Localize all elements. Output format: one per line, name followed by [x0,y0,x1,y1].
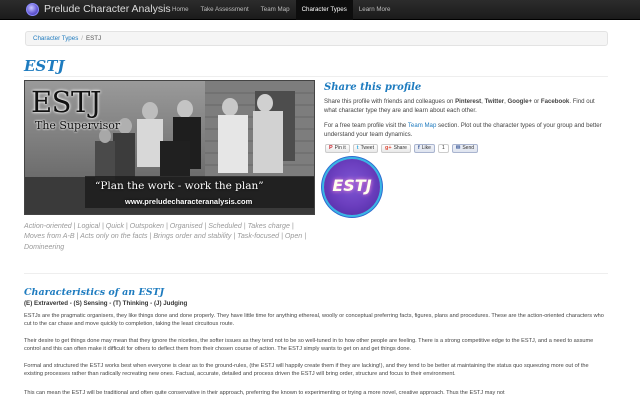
characteristics-paragraph: Formal and structured the ESTJ works bes… [24,363,589,378]
google-label: Google+ [507,98,533,105]
brand-logo-icon[interactable] [26,3,39,16]
google-share-button[interactable]: g+ Share [380,144,411,153]
team-profile-text: For a free team profile visit the Team M… [324,121,609,139]
share-text-intro: Share this profile with friends and coll… [324,98,456,105]
twitter-label: Twitter [484,98,505,105]
page-title: ESTJ [24,57,65,75]
team-profile-intro: For a free team profile visit the [324,122,408,129]
nav-links: Home Take Assessment Team Map Character … [166,0,397,20]
google-plus-icon: g+ [384,145,392,151]
twitter-icon: t [356,145,359,151]
tweet-button[interactable]: t Tweet [352,144,378,153]
top-navbar: Prelude Character Analysis Home Take Ass… [0,0,640,20]
team-map-link[interactable]: Team Map [408,122,436,129]
characteristics-subtitle: (E) Extraverted - (S) Sensing - (T) Thin… [24,300,188,307]
nav-home[interactable]: Home [166,0,195,20]
nav-learn-more[interactable]: Learn More [353,0,397,20]
banner-title: ESTJ [31,85,102,119]
pinterest-label: Pinterest [455,98,482,105]
share-description: Share this profile with friends and coll… [324,97,609,115]
nav-take-assessment[interactable]: Take Assessment [195,0,255,20]
breadcrumb-separator: / [81,35,84,42]
pinterest-icon: P [329,145,333,151]
breadcrumb: Character Types / ESTJ [25,31,608,46]
profile-banner-image: ESTJ The Supervisor “Plan the work - wor… [24,80,315,215]
like-label: Like [421,145,431,151]
traits-list: Action-oriented | Logical | Quick | Outs… [24,222,307,251]
brand-name[interactable]: Prelude Character Analysis [44,3,171,15]
nav-team-map[interactable]: Team Map [255,0,296,20]
characteristics-title: Characteristics of an ESTJ [24,287,165,298]
send-icon: ✉ [455,145,461,151]
nav-character-types[interactable]: Character Types [295,0,353,20]
avatar-text: ESTJ [332,176,372,195]
banner-url: www.preludecharacteranalysis.com [125,197,253,206]
share-label: Share [393,145,407,151]
share-title: Share this profile [324,82,422,93]
tweet-label: Tweet [360,145,374,151]
divider [24,273,608,274]
characteristics-paragraph: ESTJs are the pragmatic organisers, they… [24,313,604,328]
banner-subtitle: The Supervisor [35,119,121,132]
send-label: Send [462,145,475,151]
facebook-send-button[interactable]: ✉ Send [451,144,479,153]
breadcrumb-current: ESTJ [86,35,102,42]
type-badge-avatar: ESTJ [324,159,380,215]
characteristics-paragraph: This can mean the ESTJ will be tradition… [24,390,505,396]
share-separator: or [532,98,541,105]
breadcrumb-link-character-types[interactable]: Character Types [33,35,78,42]
facebook-like-button[interactable]: f Like [413,144,435,153]
characteristics-paragraph: Their desire to get things done may mean… [24,338,594,353]
pin-it-button[interactable]: P Pin it [325,144,350,153]
share-buttons: P Pin it t Tweet g+ Share f Like 1 ✉ Send [325,144,479,153]
thumbs-up-icon: f [417,145,420,151]
banner-quote: “Plan the work - work the plan” [95,180,264,192]
like-count: 1 [437,144,449,153]
facebook-label: Facebook [540,98,570,105]
divider [24,76,608,77]
pin-it-label: Pin it [334,145,346,151]
